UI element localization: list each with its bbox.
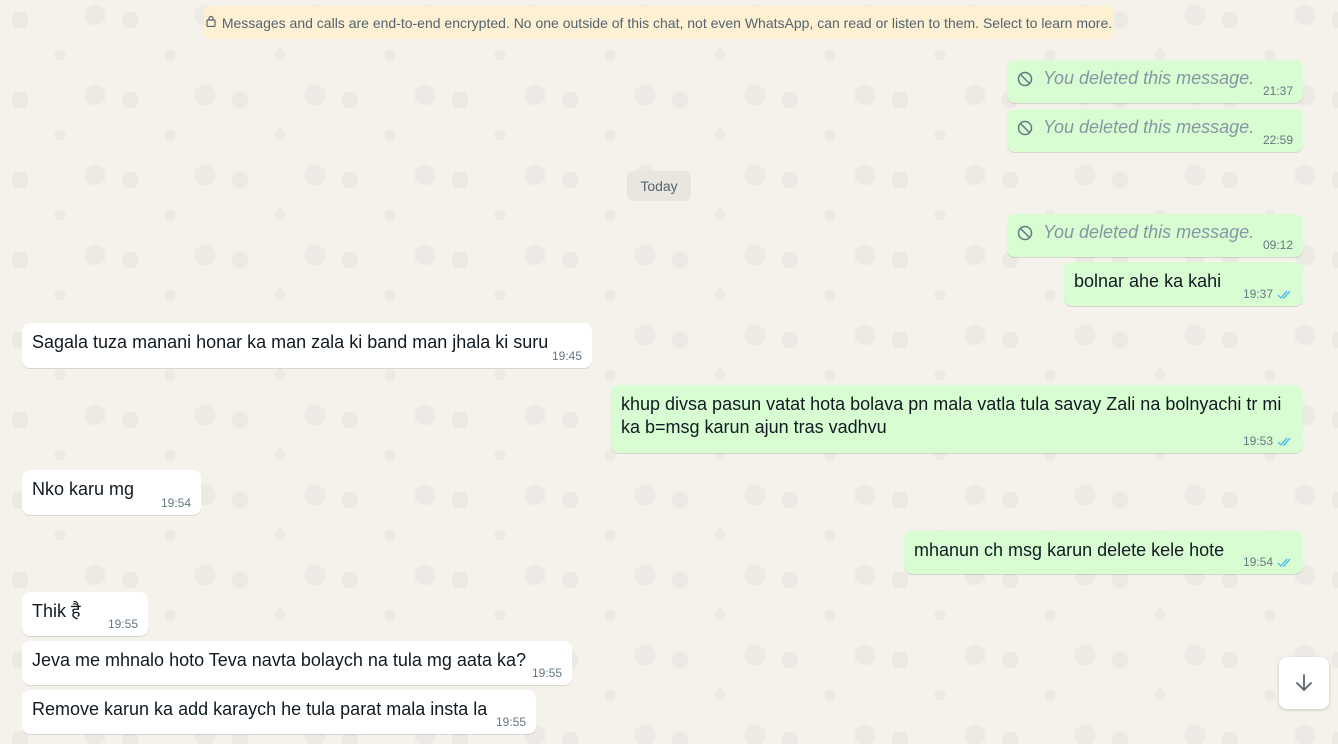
message-text: Remove karun ka add karaych he tula para… bbox=[32, 699, 488, 719]
message-time: 09:12 bbox=[1262, 238, 1293, 252]
arrow-down-icon bbox=[1296, 674, 1312, 691]
message-bubble-incoming[interactable]: Jeva me mhnalo hoto Teva navta bolaych n… bbox=[22, 641, 572, 685]
message-text: Sagala tuza manani honar ka man zala ki … bbox=[32, 332, 549, 352]
message-time: 19:54 bbox=[160, 496, 191, 510]
message-time: 19:45 bbox=[551, 349, 582, 363]
message-time: 19:37 bbox=[1242, 287, 1273, 301]
message-time: 19:55 bbox=[495, 715, 526, 729]
ban-icon bbox=[1017, 225, 1033, 240]
message-time: 22:59 bbox=[1262, 133, 1293, 147]
message-text: khup divsa pasun vatat hota bolava pn ma… bbox=[621, 394, 1282, 437]
message-time: 21:37 bbox=[1262, 84, 1293, 98]
deleted-message: You deleted this message. bbox=[1017, 222, 1293, 243]
deleted-message: You deleted this message. bbox=[1017, 68, 1293, 89]
message-bubble-outgoing[interactable]: mhanun ch msg karun delete kele hote 19:… bbox=[904, 531, 1303, 574]
double-check-icon bbox=[1277, 437, 1291, 446]
message-bubble-outgoing[interactable]: khup divsa pasun vatat hota bolava pn ma… bbox=[611, 385, 1303, 453]
message-list[interactable]: Messages and calls are end-to-end encryp… bbox=[0, 0, 1338, 744]
message-bubble-incoming[interactable]: Nko karu mg 19:54 bbox=[22, 470, 201, 515]
encryption-notice[interactable]: Messages and calls are end-to-end encryp… bbox=[204, 6, 1114, 39]
ban-icon bbox=[1017, 120, 1033, 135]
ban-icon bbox=[1017, 71, 1033, 86]
message-bubble-outgoing[interactable]: You deleted this message. 21:37 bbox=[1007, 60, 1303, 103]
message-time: 19:55 bbox=[107, 617, 138, 631]
message-bubble-incoming[interactable]: Remove karun ka add karaych he tula para… bbox=[22, 690, 536, 734]
message-time: 19:54 bbox=[1242, 555, 1273, 569]
date-separator: Today bbox=[627, 171, 691, 201]
deleted-message: You deleted this message. bbox=[1017, 117, 1293, 138]
message-text: You deleted this message. bbox=[1043, 117, 1255, 137]
message-bubble-incoming[interactable]: Thik है 19:55 bbox=[22, 592, 148, 636]
double-check-icon bbox=[1277, 290, 1291, 299]
message-text: You deleted this message. bbox=[1043, 68, 1255, 88]
message-text: Jeva me mhnalo hoto Teva navta bolaych n… bbox=[32, 650, 526, 670]
double-check-icon bbox=[1277, 558, 1291, 567]
scroll-to-bottom-button[interactable] bbox=[1279, 657, 1329, 709]
message-time: 19:55 bbox=[531, 666, 562, 680]
message-bubble-outgoing[interactable]: bolnar ahe ka kahi 19:37 bbox=[1064, 262, 1303, 306]
message-text: mhanun ch msg karun delete kele hote bbox=[914, 540, 1225, 560]
message-text: You deleted this message. bbox=[1043, 222, 1255, 242]
encryption-notice-text: Messages and calls are end-to-end encryp… bbox=[221, 14, 1113, 31]
message-bubble-outgoing[interactable]: You deleted this message. 22:59 bbox=[1007, 109, 1303, 152]
lock-icon bbox=[206, 15, 216, 30]
message-time: 19:53 bbox=[1242, 434, 1273, 448]
message-bubble-outgoing[interactable]: You deleted this message. 09:12 bbox=[1007, 214, 1303, 257]
message-bubble-incoming[interactable]: Sagala tuza manani honar ka man zala ki … bbox=[22, 323, 592, 368]
